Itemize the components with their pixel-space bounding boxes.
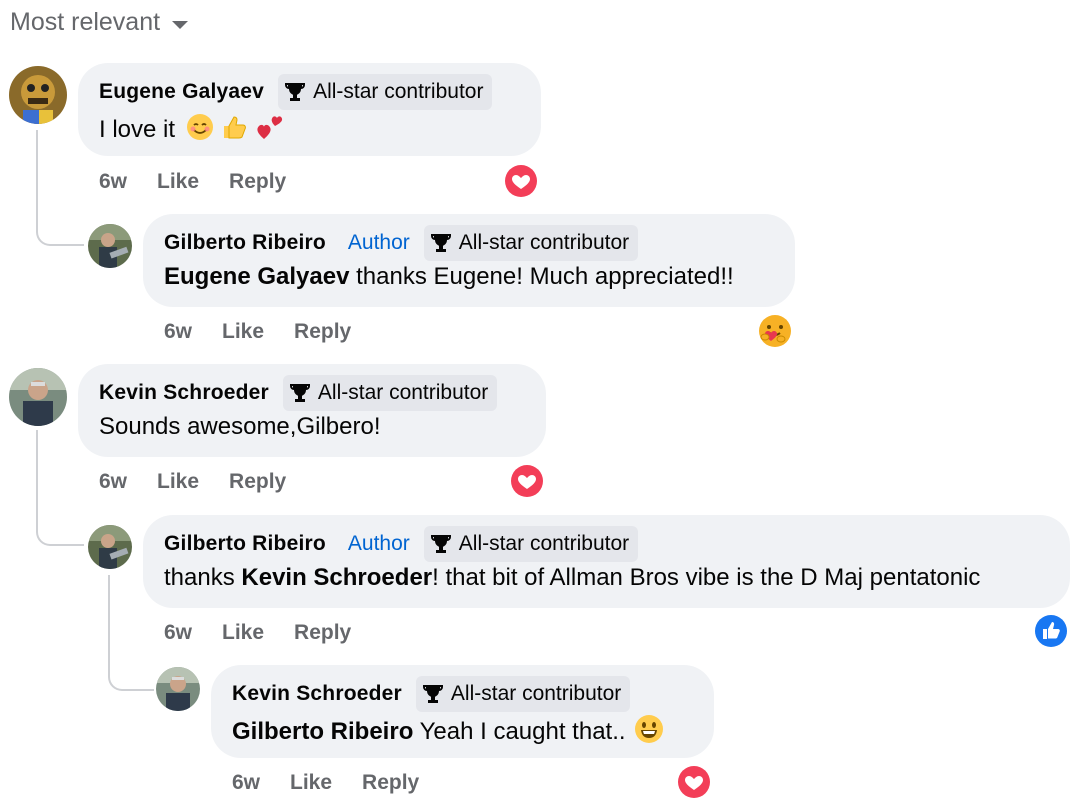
comment-text: Gilberto Ribeiro Yeah I caught that.. [232, 714, 694, 751]
comment-text-content: thanks Eugene! Much appreciated!! [349, 263, 734, 290]
comment-bubble: Gilberto Ribeiro Author All-star contrib… [143, 515, 1070, 608]
mention-link[interactable]: Gilberto Ribeiro [232, 718, 413, 745]
reply-button[interactable]: Reply [229, 470, 286, 494]
like-button[interactable]: Like [290, 771, 332, 795]
thread-connector [36, 130, 84, 246]
sort-label: Most relevant [10, 8, 161, 36]
comment-bubble: Kevin Schroeder All-star contributor Gil… [211, 665, 714, 758]
comment-timestamp[interactable]: 6w [99, 170, 127, 194]
comment-actions: 6w Like Reply [99, 170, 316, 194]
commenter-name[interactable]: Gilberto Ribeiro [164, 231, 326, 255]
caret-down-icon [172, 20, 189, 29]
sort-dropdown[interactable]: Most relevant [10, 8, 189, 37]
comment-actions: 6w Like Reply [164, 621, 381, 645]
comment-timestamp[interactable]: 6w [164, 621, 192, 645]
reply-button[interactable]: Reply [362, 771, 419, 795]
comment-actions: 6w Like Reply [232, 771, 449, 795]
badge-label: All-star contributor [450, 682, 622, 705]
trophy-icon [422, 685, 443, 703]
all-star-badge[interactable]: All-star contributor [282, 375, 498, 411]
comment-timestamp[interactable]: 6w [164, 320, 192, 344]
avatar[interactable] [156, 667, 200, 711]
heart-reaction-icon[interactable] [509, 463, 545, 499]
smiling-face-icon [186, 113, 214, 148]
author-tag: Author [347, 231, 410, 254]
comment-text-content: I love it [99, 115, 176, 143]
like-button[interactable]: Like [157, 470, 199, 494]
author-tag: Author [347, 532, 410, 555]
comment-actions: 6w Like Reply [99, 470, 316, 494]
thumbs-up-icon [220, 113, 248, 148]
avatar[interactable] [9, 368, 67, 426]
like-button[interactable]: Like [222, 621, 264, 645]
comment-timestamp[interactable]: 6w [232, 771, 260, 795]
all-star-badge[interactable]: All-star contributor [415, 676, 631, 712]
avatar[interactable] [88, 525, 132, 569]
heart-reaction-icon[interactable] [503, 163, 539, 199]
badge-label: All-star contributor [458, 532, 630, 555]
avatar[interactable] [9, 66, 67, 124]
comment-text: Eugene Galyaev thanks Eugene! Much appre… [164, 263, 775, 291]
comment-text-content: Sounds awesome,Gilbero! [99, 413, 381, 440]
badge-label: All-star contributor [458, 231, 630, 254]
comment-text-content: ! that bit of Allman Bros vibe is the D … [432, 564, 981, 591]
reply-button[interactable]: Reply [229, 170, 286, 194]
like-reaction-icon[interactable] [1033, 613, 1069, 649]
comment-text: Sounds awesome,Gilbero! [99, 413, 526, 441]
comment-bubble: Gilberto Ribeiro Author All-star contrib… [143, 214, 795, 307]
comment-text-prefix: thanks [164, 564, 242, 591]
reply-button[interactable]: Reply [294, 320, 351, 344]
comment-text-content: Yeah I caught that.. [413, 717, 626, 745]
all-star-badge[interactable]: All-star contributor [278, 74, 493, 110]
reply-button[interactable]: Reply [294, 621, 351, 645]
comment-text: I love it [99, 112, 521, 149]
hug-reaction-icon[interactable] [756, 312, 794, 350]
mention-link[interactable]: Eugene Galyaev [164, 263, 349, 290]
commenter-name[interactable]: Gilberto Ribeiro [164, 532, 326, 556]
comment-text: thanks Kevin Schroeder! that bit of Allm… [164, 564, 1050, 592]
comment-actions: 6w Like Reply [164, 320, 381, 344]
two-hearts-icon [255, 112, 285, 149]
commenter-name[interactable]: Kevin Schroeder [232, 682, 402, 706]
like-button[interactable]: Like [157, 170, 199, 194]
thread-connector [36, 430, 84, 546]
all-star-badge[interactable]: All-star contributor [423, 526, 639, 562]
commenter-name[interactable]: Kevin Schroeder [99, 381, 269, 405]
badge-label: All-star contributor [317, 381, 489, 404]
comment-timestamp[interactable]: 6w [99, 470, 127, 494]
comment-bubble: Eugene Galyaev All-star contributor I lo… [78, 63, 541, 156]
grinning-face-icon [634, 714, 664, 751]
mention-link[interactable]: Kevin Schroeder [241, 564, 432, 591]
trophy-icon [289, 384, 310, 402]
trophy-icon [430, 234, 451, 252]
heart-reaction-icon[interactable] [676, 764, 712, 800]
avatar[interactable] [88, 224, 132, 268]
trophy-icon [285, 83, 306, 101]
badge-label: All-star contributor [313, 80, 484, 103]
commenter-name[interactable]: Eugene Galyaev [99, 80, 264, 104]
comment-bubble: Kevin Schroeder All-star contributor Sou… [78, 364, 546, 457]
trophy-icon [430, 535, 451, 553]
all-star-badge[interactable]: All-star contributor [423, 225, 639, 261]
like-button[interactable]: Like [222, 320, 264, 344]
